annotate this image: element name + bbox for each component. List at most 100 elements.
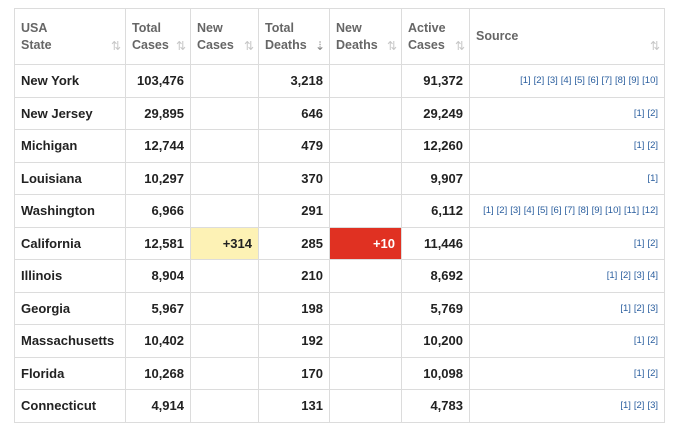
source-link[interactable]: [2] [647,335,658,346]
source-link[interactable]: [5] [537,205,548,216]
source-link[interactable]: [2] [647,108,658,119]
sort-icon[interactable]: ⇅ [387,38,397,55]
source-link[interactable]: [4] [524,205,535,216]
new-cases-cell [190,96,259,130]
sort-icon[interactable]: ⇅ [650,38,660,55]
source-link[interactable]: [1] [634,335,645,346]
active-cases-cell: 29,249 [401,96,470,130]
source-link[interactable]: [7] [564,205,575,216]
source-link[interactable]: [1] [607,270,618,281]
source-link[interactable]: [10] [642,75,658,86]
source-link[interactable]: [1] [634,108,645,119]
source-link[interactable]: [1] [620,303,631,314]
source-cell: [1] [2] [3] [469,291,665,325]
state-cell: New York [14,64,126,98]
total-cases-cell: 29,895 [125,96,191,130]
sort-icon[interactable]: ⇅ [244,38,254,55]
active-cases-cell: 6,112 [401,194,470,228]
source-link[interactable]: [7] [601,75,612,86]
source-link[interactable]: [2] [647,368,658,379]
new-deaths-cell [329,129,402,163]
active-cases-cell: 12,260 [401,129,470,163]
source-link[interactable]: [5] [574,75,585,86]
total-deaths-cell: 192 [258,324,330,358]
source-link[interactable]: [2] [647,238,658,249]
source-link[interactable]: [3] [647,400,658,411]
new-deaths-cell [329,356,402,390]
new-cases-cell [190,389,259,423]
source-link[interactable]: [1] [634,140,645,151]
total-deaths-cell: 3,218 [258,64,330,98]
col-header-active-cases[interactable]: Active Cases ⇅ [401,8,470,65]
total-deaths-cell: 198 [258,291,330,325]
new-deaths-cell [329,194,402,228]
total-cases-cell: 4,914 [125,389,191,423]
header-line2: Deaths [265,37,307,52]
source-link[interactable]: [3] [547,75,558,86]
col-header-total-cases[interactable]: Total Cases ⇅ [125,8,191,65]
sort-icon[interactable]: ⇅ [176,38,186,55]
source-link[interactable]: [4] [647,270,658,281]
new-cases-cell: +314 [190,226,259,260]
state-cell: California [14,226,126,260]
table-row: Louisiana 10,297 370 9,907 [1] [14,161,665,195]
active-cases-cell: 4,783 [401,389,470,423]
new-deaths-cell: +10 [329,226,402,260]
header-line1: USA [21,20,48,35]
source-link[interactable]: [2] [634,400,645,411]
state-cell: Massachusetts [14,324,126,358]
source-link[interactable]: [3] [510,205,521,216]
new-cases-cell [190,356,259,390]
source-link[interactable]: [2] [534,75,545,86]
source-link[interactable]: [4] [561,75,572,86]
active-cases-cell: 91,372 [401,64,470,98]
new-cases-cell [190,291,259,325]
source-cell: [1] [2] [3] [4] [5] [6] [7] [8] [9] [10] [469,64,665,98]
source-link[interactable]: [8] [578,205,589,216]
total-deaths-cell: 291 [258,194,330,228]
source-link[interactable]: [1] [620,400,631,411]
source-link[interactable]: [1] [634,368,645,379]
col-header-state[interactable]: USA State ⇅ [14,8,126,65]
state-cell: Florida [14,356,126,390]
source-link[interactable]: [3] [634,270,645,281]
total-deaths-cell: 170 [258,356,330,390]
total-cases-cell: 10,297 [125,161,191,195]
col-header-source[interactable]: Source ⇅ [469,8,665,65]
source-link[interactable]: [1] [634,238,645,249]
source-link[interactable]: [2] [647,140,658,151]
source-link[interactable]: [2] [634,303,645,314]
active-cases-cell: 5,769 [401,291,470,325]
source-link[interactable]: [9] [592,205,603,216]
source-link[interactable]: [9] [629,75,640,86]
col-header-new-deaths[interactable]: New Deaths ⇅ [329,8,402,65]
col-header-new-cases[interactable]: New Cases ⇅ [190,8,259,65]
source-link[interactable]: [2] [620,270,631,281]
source-link[interactable]: [6] [551,205,562,216]
source-link[interactable]: [1] [520,75,531,86]
header-line2: Cases [197,37,234,52]
source-link[interactable]: [1] [483,205,494,216]
total-cases-cell: 6,966 [125,194,191,228]
source-link[interactable]: [2] [497,205,508,216]
header-line1: New [336,20,362,35]
new-deaths-cell [329,64,402,98]
col-header-total-deaths[interactable]: Total Deaths ⇣ [258,8,330,65]
total-deaths-cell: 646 [258,96,330,130]
source-link[interactable]: [1] [647,173,658,184]
source-link[interactable]: [11] [624,205,639,216]
source-link[interactable]: [8] [615,75,626,86]
source-link[interactable]: [3] [647,303,658,314]
header-line2: Deaths [336,37,378,52]
header-line2: State [21,37,52,52]
sort-icon[interactable]: ⇅ [455,38,465,55]
source-link[interactable]: [10] [605,205,621,216]
source-cell: [1] [2] [469,96,665,130]
source-link[interactable]: [6] [588,75,599,86]
sort-icon[interactable]: ⇅ [111,38,121,55]
table-row: California 12,581 +314 285 +10 11,446 [1] [2] [14,226,665,260]
sort-desc-icon[interactable]: ⇣ [315,38,325,55]
table-body: New York 103,476 3,218 91,372 [1] [2] [3] [4] [5… [14,64,665,423]
source-link[interactable]: [12] [642,205,658,216]
source-cell: [1] [2] [469,356,665,390]
